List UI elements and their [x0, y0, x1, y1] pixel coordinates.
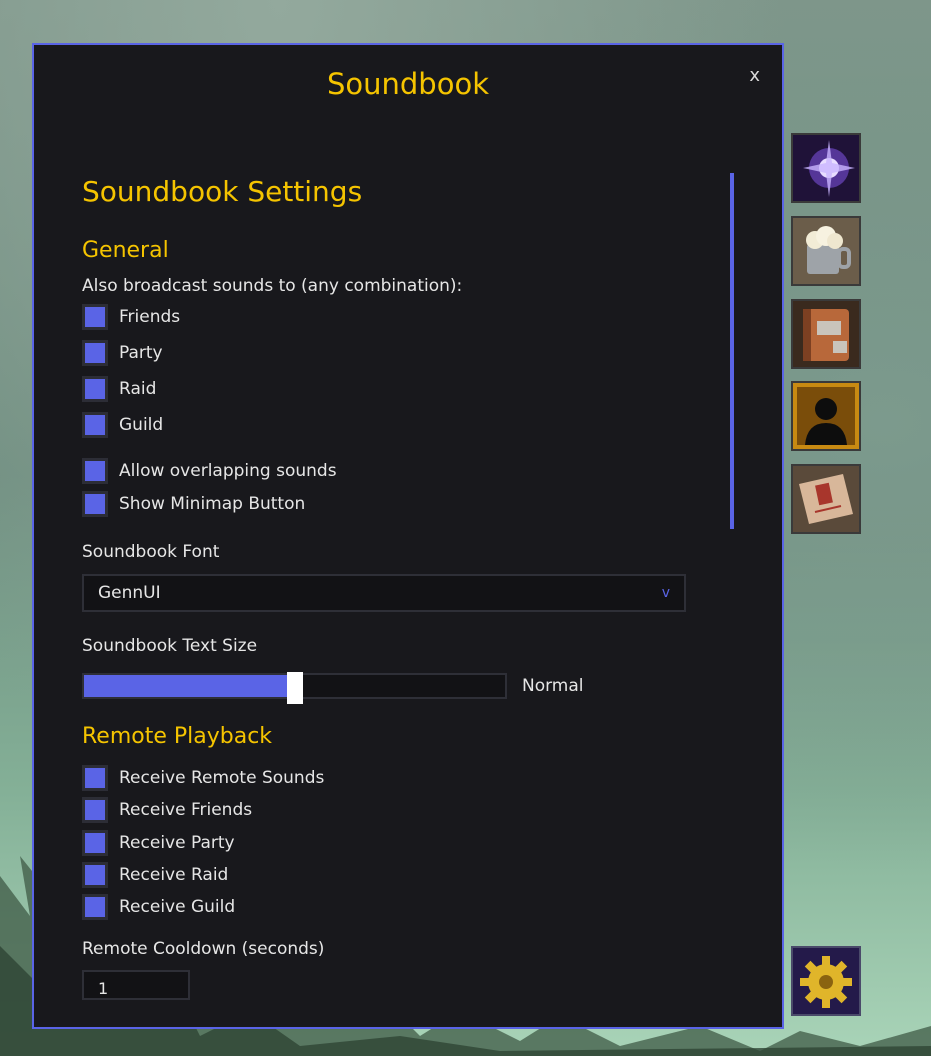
checkbox-label: Show Minimap Button	[119, 494, 306, 514]
checkbox-box[interactable]	[82, 491, 108, 517]
text-size-value: Normal	[522, 676, 584, 696]
text-size-label: Soundbook Text Size	[82, 636, 258, 656]
spellbook-glyph	[793, 301, 859, 367]
ale-mug-glyph	[793, 218, 859, 284]
checkbox-box[interactable]	[82, 376, 108, 402]
ale-mug-icon[interactable]	[791, 216, 861, 286]
character-portrait-icon[interactable]	[791, 381, 861, 451]
scroll-glyph	[793, 466, 859, 532]
show-minimap-checkbox[interactable]: Show Minimap Button	[82, 491, 305, 517]
remote-playback-heading: Remote Playback	[82, 724, 273, 749]
checkbox-box[interactable]	[82, 458, 108, 484]
checkbox-label: Receive Party	[119, 833, 235, 853]
receive-friends-checkbox[interactable]: Receive Friends	[82, 797, 252, 823]
remote-cooldown-label: Remote Cooldown (seconds)	[82, 939, 325, 959]
allow-overlapping-checkbox[interactable]: Allow overlapping sounds	[82, 458, 337, 484]
checkbox-label: Friends	[119, 307, 181, 327]
arcane-burst-glyph	[793, 135, 859, 201]
checkbox-label: Allow overlapping sounds	[119, 461, 337, 481]
checkbox-box[interactable]	[82, 412, 108, 438]
checkbox-box[interactable]	[82, 894, 108, 920]
soundbook-window: Soundbook x Soundbook Settings General A…	[32, 43, 784, 1029]
broadcast-friends-checkbox[interactable]: Friends	[82, 304, 180, 330]
remote-cooldown-input[interactable]: 1	[82, 970, 190, 1000]
checkbox-label: Guild	[119, 415, 164, 435]
checkbox-label: Party	[119, 343, 163, 363]
settings-gear-icon[interactable]	[791, 946, 861, 1016]
arcane-burst-icon[interactable]	[791, 133, 861, 203]
general-heading: General	[82, 238, 169, 263]
slider-fill	[84, 675, 295, 697]
checkbox-label: Receive Friends	[119, 800, 253, 820]
broadcast-label: Also broadcast sounds to (any combinatio…	[82, 276, 463, 296]
checkbox-box[interactable]	[82, 765, 108, 791]
receive-remote-sounds-checkbox[interactable]: Receive Remote Sounds	[82, 765, 324, 791]
settings-heading: Soundbook Settings	[82, 175, 363, 208]
character-portrait-glyph	[793, 383, 859, 449]
font-dropdown[interactable]: GennUI v	[82, 574, 686, 612]
checkbox-box[interactable]	[82, 304, 108, 330]
receive-raid-checkbox[interactable]: Receive Raid	[82, 862, 228, 888]
window-title: Soundbook	[326, 67, 489, 101]
checkbox-label: Receive Raid	[119, 865, 229, 885]
settings-gear-glyph	[793, 948, 859, 1014]
checkbox-label: Raid	[119, 379, 157, 399]
chevron-down-icon: v	[661, 585, 670, 601]
receive-party-checkbox[interactable]: Receive Party	[82, 830, 235, 856]
checkbox-label: Receive Guild	[119, 897, 236, 917]
font-label: Soundbook Font	[82, 542, 220, 562]
slider-thumb[interactable]	[286, 672, 303, 704]
checkbox-label: Receive Remote Sounds	[119, 768, 325, 788]
checkbox-box[interactable]	[82, 862, 108, 888]
font-dropdown-value: GennUI	[98, 583, 161, 603]
close-button[interactable]: x	[749, 65, 760, 86]
text-size-slider[interactable]	[82, 672, 507, 704]
spellbook-icon[interactable]	[791, 299, 861, 369]
receive-guild-checkbox[interactable]: Receive Guild	[82, 894, 235, 920]
checkbox-box[interactable]	[82, 797, 108, 823]
checkbox-box[interactable]	[82, 830, 108, 856]
broadcast-raid-checkbox[interactable]: Raid	[82, 376, 156, 402]
broadcast-guild-checkbox[interactable]: Guild	[82, 412, 163, 438]
scroll-icon[interactable]	[791, 464, 861, 534]
broadcast-party-checkbox[interactable]: Party	[82, 340, 163, 366]
checkbox-box[interactable]	[82, 340, 108, 366]
scrollbar[interactable]	[730, 173, 734, 529]
